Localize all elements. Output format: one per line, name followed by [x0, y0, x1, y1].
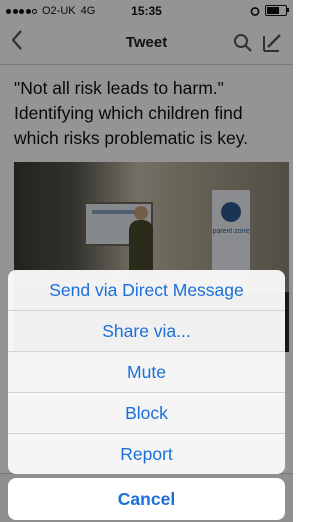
report-button[interactable]: Report	[8, 433, 285, 474]
send-direct-message-button[interactable]: Send via Direct Message	[8, 270, 285, 310]
share-via-button[interactable]: Share via...	[8, 310, 285, 351]
mute-button[interactable]: Mute	[8, 351, 285, 392]
action-sheet: Send via Direct Message Share via... Mut…	[8, 270, 285, 474]
block-button[interactable]: Block	[8, 392, 285, 433]
screen: O2-UK 4G 15:35 Tweet "Not all risk leads	[0, 0, 293, 522]
cancel-button[interactable]: Cancel	[8, 478, 285, 520]
